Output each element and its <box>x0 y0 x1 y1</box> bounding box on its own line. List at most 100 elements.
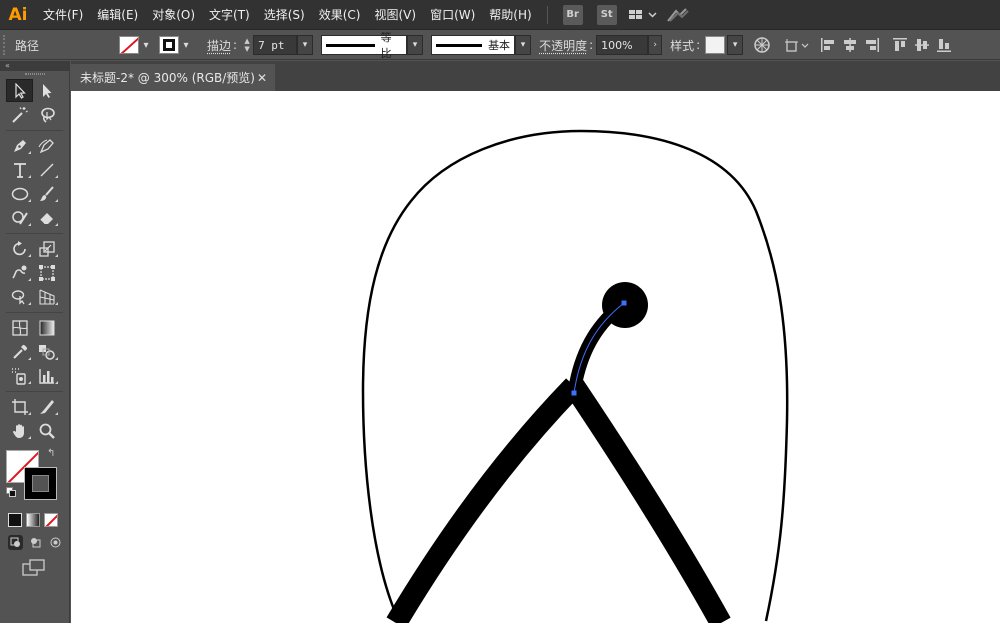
fill-dropdown-chevron-icon[interactable]: ▾ <box>139 36 153 54</box>
menu-bar: Ai 文件(F) 编辑(E) 对象(O) 文字(T) 选择(S) 效果(C) 视… <box>0 0 1000 30</box>
lasso-tool-icon[interactable] <box>33 103 60 126</box>
draw-behind-icon[interactable] <box>28 535 43 550</box>
anchor-point-start[interactable] <box>571 390 577 396</box>
artwork <box>361 129 789 623</box>
tools-divider <box>6 391 63 392</box>
align-horizontal-center-icon[interactable] <box>839 35 861 55</box>
draw-normal-icon[interactable] <box>8 534 23 550</box>
menu-effect[interactable]: 效果(C) <box>312 0 368 30</box>
brush-definition-select[interactable]: 基本 <box>431 35 516 55</box>
brush-definition-value: 基本 <box>488 39 511 52</box>
draw-inside-icon[interactable] <box>48 535 63 550</box>
menu-edit[interactable]: 编辑(E) <box>90 0 145 30</box>
anchor-point-end[interactable] <box>621 300 627 306</box>
stroke-weight-stepper-icon[interactable]: ▲ ▼ <box>241 35 253 55</box>
gradient-mode-button[interactable] <box>26 513 40 527</box>
gpu-performance-icon[interactable] <box>666 7 690 23</box>
tools-panel-collapse-button[interactable]: « <box>0 61 69 71</box>
menu-file[interactable]: 文件(F) <box>36 0 90 30</box>
control-bar-grip[interactable] <box>3 35 9 55</box>
column-graph-tool-icon[interactable] <box>33 364 60 387</box>
style-dropdown-icon[interactable]: ▾ <box>727 35 744 55</box>
variable-width-profile-select[interactable]: 等比 <box>321 31 408 60</box>
menu-select[interactable]: 选择(S) <box>257 0 312 30</box>
shaper-tool-icon[interactable] <box>6 206 33 229</box>
opacity-label-colon: : <box>589 38 594 52</box>
align-left-icon[interactable] <box>817 35 839 55</box>
opacity-label[interactable]: 不透明度 <box>539 37 587 54</box>
paintbrush-tool-icon[interactable] <box>33 182 60 205</box>
menu-object[interactable]: 对象(O) <box>145 0 202 30</box>
style-label: 样式 <box>670 38 695 53</box>
line-segment-tool-icon[interactable] <box>33 158 60 181</box>
tools-panel-grip[interactable] <box>0 71 69 79</box>
align-vertical-center-icon[interactable] <box>911 35 933 55</box>
gradient-tool-icon[interactable] <box>33 316 60 339</box>
magic-wand-tool-icon[interactable] <box>6 103 33 126</box>
stroke-weight-dropdown-icon[interactable]: ▾ <box>297 35 314 55</box>
eyedropper-tool-icon[interactable] <box>6 340 33 363</box>
transform-icon[interactable] <box>783 35 811 55</box>
bridge-button[interactable]: Br <box>562 4 583 25</box>
curvature-tool-icon[interactable] <box>33 134 60 157</box>
align-bottom-icon[interactable] <box>933 35 955 55</box>
stroke-swatch[interactable] <box>24 467 57 500</box>
symbol-sprayer-tool-icon[interactable] <box>6 364 33 387</box>
mesh-tool-icon[interactable] <box>6 316 33 339</box>
drawing-mode-row <box>0 531 69 553</box>
opacity-input[interactable]: 100% <box>596 35 649 55</box>
none-mode-button[interactable] <box>44 513 58 527</box>
brush-preview-line <box>436 43 483 47</box>
app-logo: Ai <box>8 4 28 25</box>
menu-type[interactable]: 文字(T) <box>202 0 257 30</box>
warp-tool-icon[interactable] <box>6 261 33 284</box>
eraser-tool-icon[interactable] <box>33 206 60 229</box>
artboard-canvas[interactable] <box>71 91 1000 623</box>
scale-tool-icon[interactable] <box>33 237 60 260</box>
menu-divider <box>546 5 548 24</box>
workspace-switcher-icon[interactable] <box>628 8 658 22</box>
right-strap-path[interactable] <box>564 379 731 623</box>
left-strap-path[interactable] <box>386 378 582 623</box>
control-bar: 路径 ▾ ▾ 描边 : ▲ ▼ 7 pt ▾ 等比 ▾ 基本 ▾ 不透明度 : 1… <box>0 31 1000 60</box>
pen-tool-icon[interactable] <box>6 134 33 157</box>
profile-dropdown-icon[interactable]: ▾ <box>407 35 424 55</box>
menu-view[interactable]: 视图(V) <box>367 0 423 30</box>
rotate-tool-icon[interactable] <box>6 237 33 260</box>
stroke-label[interactable]: 描边 <box>207 37 231 54</box>
menu-help[interactable]: 帮助(H) <box>482 0 538 30</box>
type-tool-icon[interactable] <box>6 158 33 181</box>
menu-window[interactable]: 窗口(W) <box>423 0 482 30</box>
document-tab[interactable]: 未标题-2* @ 300% (RGB/预览) ✕ <box>71 64 275 91</box>
graphic-style-swatch[interactable] <box>705 36 726 54</box>
shape-builder-tool-icon[interactable] <box>6 285 33 308</box>
recolor-artwork-icon[interactable] <box>751 35 773 55</box>
stroke-weight-input[interactable]: 7 pt <box>253 35 298 55</box>
tools-divider <box>6 233 63 234</box>
opacity-expand-icon[interactable]: › <box>648 35 663 55</box>
ellipse-tool-icon[interactable] <box>6 182 33 205</box>
perspective-grid-tool-icon[interactable] <box>33 285 60 308</box>
stroke-dropdown-chevron-icon[interactable]: ▾ <box>179 36 193 54</box>
align-right-icon[interactable] <box>861 35 883 55</box>
brush-dropdown-icon[interactable]: ▾ <box>515 35 532 55</box>
fill-color-swatch[interactable] <box>119 36 139 54</box>
tools-panel: « ↰ <box>0 61 70 623</box>
artboard-tool-icon[interactable] <box>6 395 33 418</box>
stroke-color-swatch[interactable] <box>159 36 179 54</box>
color-mode-button[interactable] <box>8 513 22 527</box>
slice-tool-icon[interactable] <box>33 395 60 418</box>
direct-selection-tool-icon[interactable] <box>33 79 60 102</box>
hand-tool-icon[interactable] <box>6 419 33 442</box>
blend-tool-icon[interactable] <box>33 340 60 363</box>
stock-button[interactable]: St <box>596 4 617 25</box>
swap-fill-stroke-icon[interactable]: ↰ <box>47 448 55 459</box>
variable-width-profile-value: 等比 <box>380 31 392 60</box>
free-transform-tool-icon[interactable] <box>33 261 60 284</box>
selection-tool-icon[interactable] <box>6 79 33 102</box>
align-top-icon[interactable] <box>889 35 911 55</box>
close-tab-icon[interactable]: ✕ <box>257 71 267 85</box>
zoom-tool-icon[interactable] <box>33 419 60 442</box>
screen-mode-icon[interactable] <box>22 559 46 577</box>
default-fill-stroke-icon[interactable] <box>6 487 16 497</box>
